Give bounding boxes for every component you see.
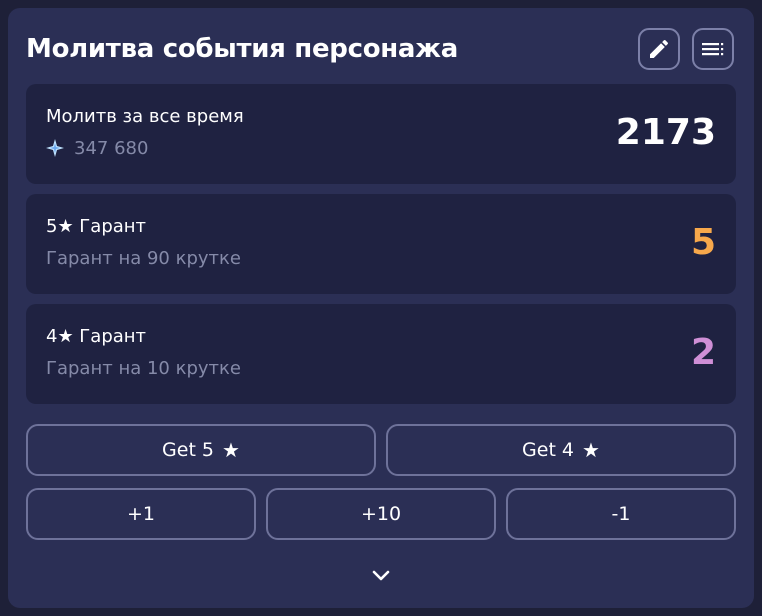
button-label: Get 5 — [162, 439, 215, 461]
stat-value: 2173 — [615, 112, 716, 153]
primogem-icon — [46, 139, 64, 162]
edit-button[interactable] — [638, 28, 680, 70]
subtract-one-button[interactable]: -1 — [506, 488, 736, 540]
stat-sub: 347 680 — [46, 138, 148, 162]
stat-value: 2 — [690, 332, 716, 373]
add-ten-button[interactable]: +10 — [266, 488, 496, 540]
get-4-star-button[interactable]: Get 4 ★ — [386, 424, 736, 476]
stat-sub: Гарант на 10 крутке — [46, 358, 241, 379]
stat-label: Молитв за все время — [46, 106, 244, 127]
get-5-star-button[interactable]: Get 5 ★ — [26, 424, 376, 476]
expand-button[interactable] — [368, 566, 394, 586]
chevron-down-icon — [372, 570, 390, 581]
page-title: Молитва события персонажа — [26, 34, 458, 64]
total-wishes-card: Молитв за все время 347 680 2173 — [26, 84, 736, 184]
five-star-pity-card: 5★ Гарант Гарант на 90 крутке 5 — [26, 194, 736, 294]
star-icon: ★ — [222, 438, 240, 462]
menu-button[interactable] — [692, 28, 734, 70]
pencil-icon — [650, 39, 669, 58]
add-one-button[interactable]: +1 — [26, 488, 256, 540]
four-star-pity-card: 4★ Гарант Гарант на 10 крутке 2 — [26, 304, 736, 404]
button-label: Get 4 — [522, 439, 575, 461]
stat-sub: Гарант на 90 крутке — [46, 248, 241, 269]
wish-counter-panel: Молитва события персонажа Молитв за все … — [8, 8, 754, 608]
star-icon: ★ — [582, 438, 600, 462]
stat-label: 5★ Гарант — [46, 216, 147, 237]
list-menu-icon — [702, 43, 724, 56]
stat-label: 4★ Гарант — [46, 326, 147, 347]
stat-value: 5 — [690, 222, 716, 263]
primogems-spent: 347 680 — [74, 138, 149, 159]
